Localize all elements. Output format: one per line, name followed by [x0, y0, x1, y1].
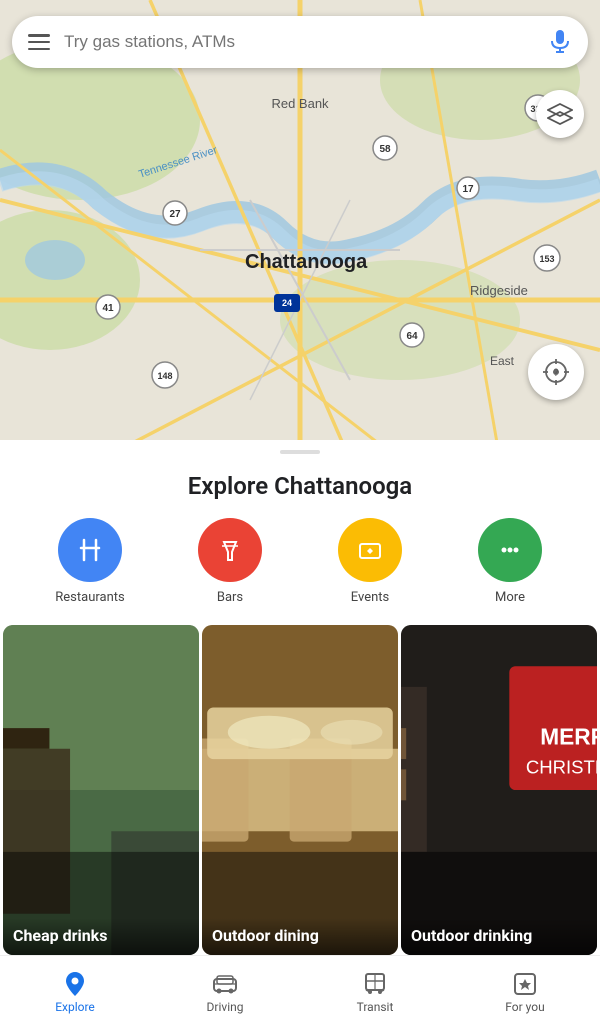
svg-text:East: East: [490, 354, 515, 368]
svg-text:24: 24: [282, 298, 292, 308]
tile-outdoor-drinking[interactable]: MERRY CHRISTMAS Outdoor drinking: [401, 625, 597, 955]
bottom-sheet: Explore Chattanooga Restaurants Bars: [0, 440, 600, 1027]
driving-icon: [211, 970, 239, 998]
map-view[interactable]: Chattanooga Red Bank Ridgeside East Tenn…: [0, 0, 600, 460]
sheet-handle: [280, 450, 320, 454]
menu-icon[interactable]: [28, 34, 50, 50]
category-more[interactable]: More: [470, 518, 550, 605]
svg-text:Ridgeside: Ridgeside: [470, 283, 528, 298]
microphone-icon[interactable]: [548, 30, 572, 54]
svg-text:Red Bank: Red Bank: [271, 96, 329, 111]
svg-text:64: 64: [406, 331, 418, 342]
category-restaurants[interactable]: Restaurants: [50, 518, 130, 605]
nav-explore[interactable]: Explore: [45, 970, 105, 1014]
bars-label: Bars: [217, 590, 243, 605]
nav-transit[interactable]: Transit: [345, 970, 405, 1014]
search-input[interactable]: [64, 32, 548, 52]
location-button[interactable]: ?: [528, 344, 584, 400]
bottom-nav: Explore Driving: [0, 955, 600, 1027]
svg-text:Chattanooga: Chattanooga: [245, 251, 368, 273]
nav-driving-label: Driving: [207, 1000, 244, 1014]
svg-text:41: 41: [102, 303, 114, 314]
tile-outdoor-dining[interactable]: Outdoor dining: [202, 625, 398, 955]
tile-outdoor-dining-label: Outdoor dining: [202, 918, 398, 955]
nav-driving[interactable]: Driving: [195, 970, 255, 1014]
nav-explore-label: Explore: [55, 1000, 95, 1014]
svg-text:MERRY: MERRY: [540, 724, 597, 750]
restaurants-label: Restaurants: [55, 590, 124, 605]
svg-text:148: 148: [157, 371, 172, 381]
events-label: Events: [351, 590, 389, 605]
transit-icon: [361, 970, 389, 998]
explore-icon: [61, 970, 89, 998]
for-you-icon: [511, 970, 539, 998]
categories-row: Restaurants Bars Events: [0, 518, 600, 625]
svg-text:58: 58: [379, 144, 391, 155]
more-label: More: [495, 590, 525, 605]
search-bar[interactable]: [12, 16, 588, 68]
events-circle: [338, 518, 402, 582]
category-bars[interactable]: Bars: [190, 518, 270, 605]
svg-text:27: 27: [169, 209, 181, 220]
more-circle: [478, 518, 542, 582]
restaurants-circle: [58, 518, 122, 582]
category-events[interactable]: Events: [330, 518, 410, 605]
svg-text:?: ?: [554, 368, 559, 379]
tile-cheap-drinks[interactable]: Cheap drinks: [3, 625, 199, 955]
nav-for-you-label: For you: [505, 1000, 544, 1014]
map-layers-button[interactable]: [536, 90, 584, 138]
bars-circle: [198, 518, 262, 582]
tile-outdoor-drinking-label: Outdoor drinking: [401, 918, 597, 955]
nav-transit-label: Transit: [357, 1000, 394, 1014]
tiles-row: Cheap drinks Outdoor dining: [0, 625, 600, 955]
explore-title: Explore Chattanooga: [0, 462, 600, 518]
svg-text:CHRISTMAS: CHRISTMAS: [526, 757, 597, 778]
svg-text:153: 153: [539, 254, 554, 264]
svg-text:17: 17: [462, 184, 474, 195]
nav-for-you[interactable]: For you: [495, 970, 555, 1014]
tile-cheap-drinks-label: Cheap drinks: [3, 918, 199, 955]
